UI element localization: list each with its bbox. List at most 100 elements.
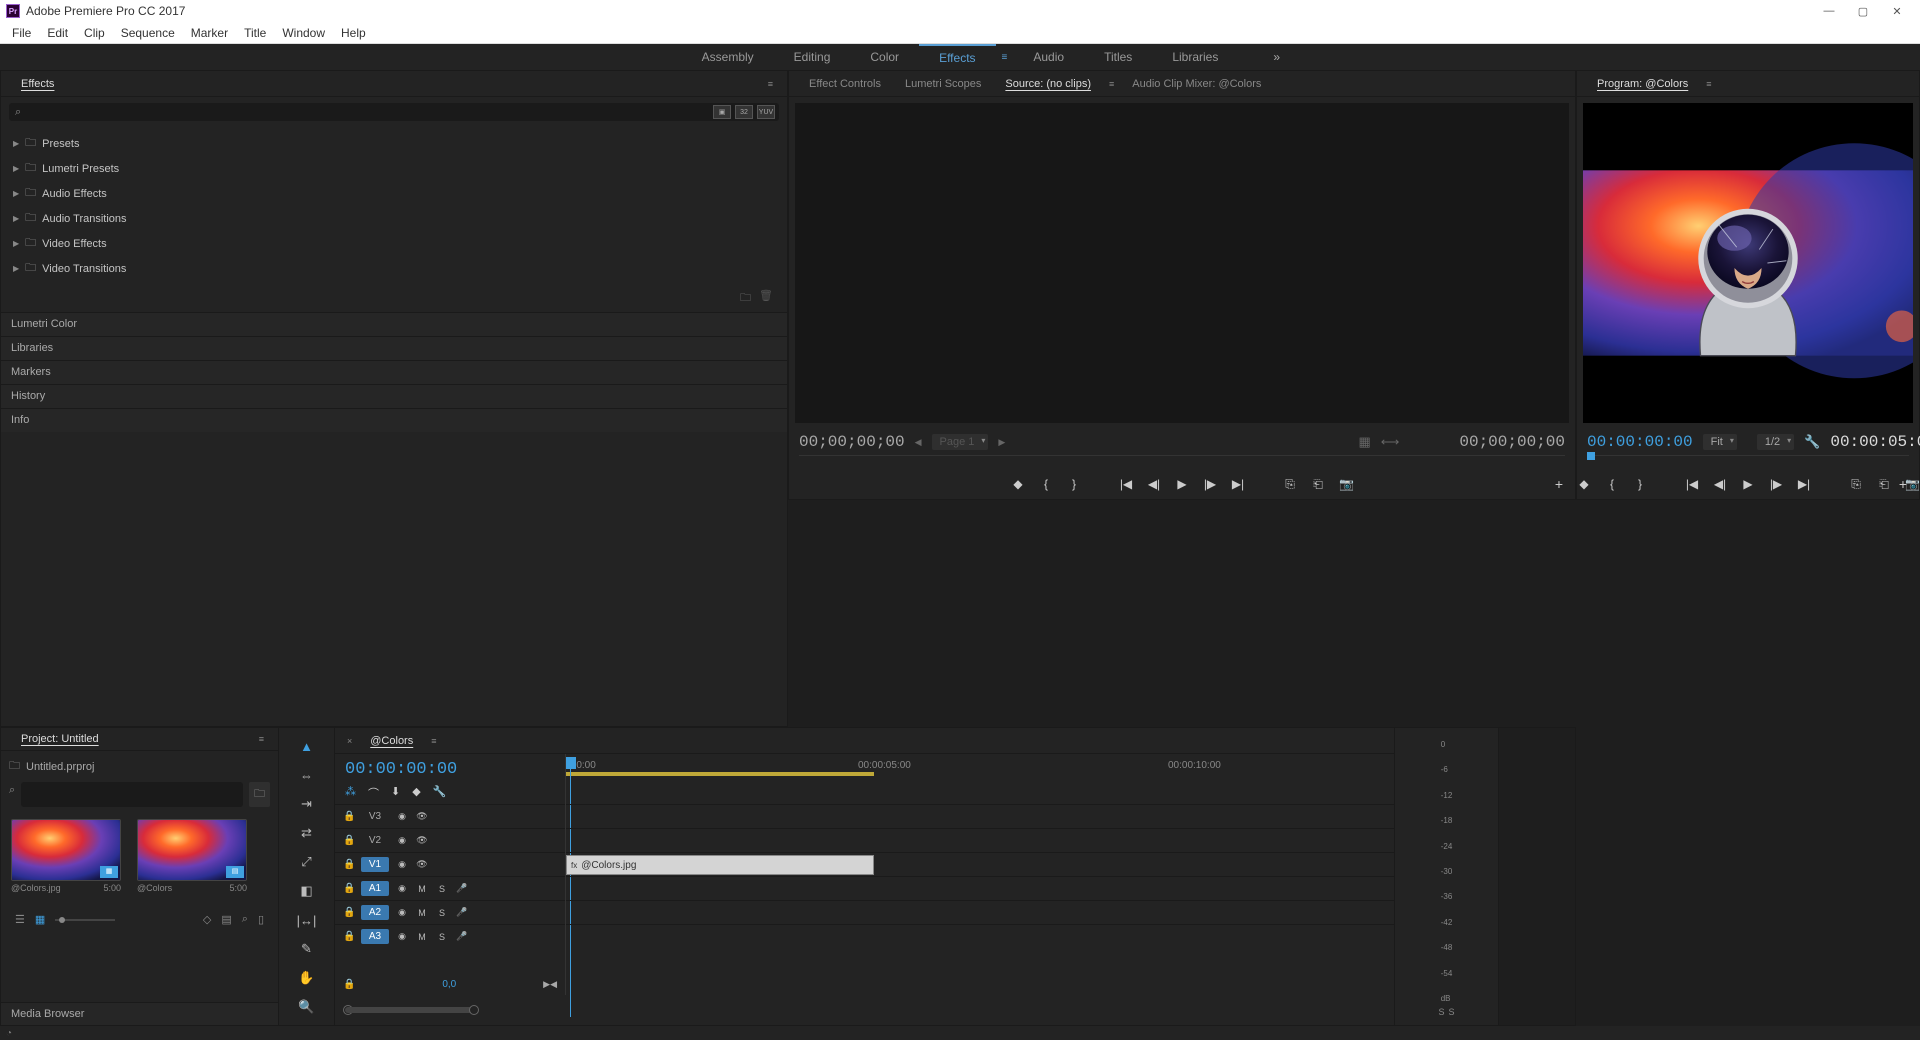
master-volume[interactable]: 0,0 (363, 979, 535, 990)
rate-stretch-tool-icon[interactable]: ⤢ (297, 852, 317, 872)
program-monitor-viewer[interactable] (1583, 103, 1913, 423)
thumb-size-slider[interactable] (55, 919, 115, 921)
project-find-button-icon[interactable]: 🗀 (249, 782, 270, 807)
lane-v2[interactable] (566, 828, 1394, 852)
program-tc-left[interactable]: 00:00:00:00 (1587, 433, 1693, 451)
razor-tool-icon[interactable]: ◧ (297, 881, 317, 901)
tab-lumetri-scopes[interactable]: Lumetri Scopes (893, 73, 993, 95)
source-monitor-viewer[interactable] (795, 103, 1569, 423)
hand-tool-icon[interactable]: ✋ (297, 968, 317, 988)
menu-help[interactable]: Help (333, 26, 374, 40)
project-item-1[interactable]: ▤ @Colors5:00 (137, 819, 247, 893)
program-zoom-dropdown[interactable]: Fit (1703, 434, 1737, 450)
voiceover-icon[interactable]: 🎤 (455, 907, 469, 918)
voiceover-icon[interactable]: 🎤 (455, 883, 469, 894)
project-file-row[interactable]: 🗀 Untitled.prproj (9, 757, 270, 776)
source-tc-left[interactable]: 00;00;00;00 (799, 433, 905, 451)
effects-node-audio-effects[interactable]: ▶🗀Audio Effects (9, 181, 779, 206)
lock-icon[interactable]: 🔒 (343, 931, 355, 942)
tab-program[interactable]: Program: @Colors (1585, 73, 1700, 95)
snap-icon[interactable]: ⁂ (345, 785, 356, 801)
tab-media-browser[interactable]: Media Browser (1, 1002, 278, 1025)
effects-node-lumetri-presets[interactable]: ▶🗀Lumetri Presets (9, 156, 779, 181)
source-goto-out-icon[interactable]: ▶| (1231, 477, 1245, 491)
eye-icon[interactable]: 👁 (415, 811, 429, 822)
mute-icon[interactable]: M (415, 884, 429, 894)
tab-project[interactable]: Project: Untitled (9, 728, 111, 750)
source-panel-menu-icon[interactable]: ≡ (1103, 79, 1120, 89)
panel-history[interactable]: History (1, 384, 787, 408)
program-wrench-icon[interactable]: 🔧 (1804, 434, 1820, 450)
panel-lumetri-color[interactable]: Lumetri Color (1, 312, 787, 336)
workspace-audio[interactable]: Audio (1013, 45, 1084, 69)
source-safe-margins-icon[interactable]: ▦ (1358, 434, 1370, 450)
source-page-dropdown[interactable]: Page 1 (932, 434, 989, 450)
program-add-button-icon[interactable]: + (1899, 476, 1907, 492)
tab-effects[interactable]: Effects (9, 73, 66, 95)
meter-solo-left[interactable]: S (1438, 1007, 1444, 1017)
lane-a3[interactable] (566, 924, 1394, 948)
tab-audio-clip-mixer[interactable]: Audio Clip Mixer: @Colors (1120, 73, 1273, 95)
mute-icon[interactable]: M (415, 908, 429, 918)
solo-icon[interactable]: S (435, 908, 449, 918)
program-panel-menu-icon[interactable]: ≡ (1700, 79, 1717, 89)
toggle-output-icon[interactable]: ◉ (395, 859, 409, 870)
lane-v1[interactable]: fx @Colors.jpg (566, 852, 1394, 876)
menu-marker[interactable]: Marker (183, 26, 236, 40)
work-area-bar[interactable] (566, 772, 874, 776)
solo-icon[interactable]: S (435, 884, 449, 894)
collapse-icon[interactable]: ▶◀ (543, 979, 557, 990)
workspace-overflow-icon[interactable]: » (1273, 50, 1280, 64)
menu-sequence[interactable]: Sequence (113, 26, 183, 40)
tab-sequence[interactable]: @Colors (358, 730, 425, 752)
program-goto-out-icon[interactable]: ▶| (1797, 477, 1811, 491)
project-item-0[interactable]: ▦ @Colors.jpg5:00 (11, 819, 121, 893)
track-a2[interactable]: 🔒A2◉MS🎤 (335, 900, 565, 924)
toggle-output-icon[interactable]: ◉ (395, 931, 409, 942)
track-lanes[interactable]: fx @Colors.jpg (565, 804, 1394, 973)
source-step-fwd-icon[interactable]: |▶ (1203, 477, 1217, 491)
new-item-icon[interactable]: ▯ (258, 913, 264, 926)
effects-node-audio-transitions[interactable]: ▶🗀Audio Transitions (9, 206, 779, 231)
source-insert-icon[interactable]: ⎘ (1283, 477, 1297, 492)
program-in-icon[interactable]: { (1605, 477, 1619, 491)
delete-icon[interactable]: 🗑 (759, 289, 773, 308)
track-v1[interactable]: 🔒V1◉👁 (335, 852, 565, 876)
menu-file[interactable]: File (4, 26, 39, 40)
lane-a1[interactable] (566, 876, 1394, 900)
workspace-libraries[interactable]: Libraries (1152, 45, 1238, 69)
program-lift-icon[interactable]: ⎘ (1849, 477, 1863, 492)
source-mini-timeline[interactable] (799, 455, 1565, 469)
program-goto-in-icon[interactable]: |◀ (1685, 477, 1699, 491)
source-settings-icon[interactable]: ⟷ (1381, 434, 1400, 450)
source-add-button-icon[interactable]: + (1555, 476, 1563, 492)
timeline-ruler[interactable]: :00:00 00:00:05:00 00:00:10:00 (565, 754, 1394, 804)
lock-icon[interactable]: 🔒 (343, 835, 355, 846)
add-marker-icon[interactable]: ⬇ (391, 785, 400, 801)
track-v3[interactable]: 🔒V3◉👁 (335, 804, 565, 828)
meter-solo-right[interactable]: S (1449, 1007, 1455, 1017)
selection-tool-icon[interactable]: ▲ (297, 736, 317, 756)
close-button[interactable]: ✕ (1880, 5, 1914, 18)
eye-icon[interactable]: 👁 (415, 835, 429, 846)
effects-panel-menu-icon[interactable]: ≡ (762, 79, 779, 89)
timeline-settings-icon[interactable]: 🔧 (433, 785, 447, 801)
rolling-edit-tool-icon[interactable]: ⇄ (297, 823, 317, 843)
panel-libraries[interactable]: Libraries (1, 336, 787, 360)
panel-info[interactable]: Info (1, 408, 787, 432)
timeline-marker-icon[interactable]: ◆ (412, 785, 420, 801)
menu-window[interactable]: Window (274, 26, 333, 40)
toggle-output-icon[interactable]: ◉ (395, 811, 409, 822)
linked-selection-icon[interactable]: ⌒ (368, 785, 379, 801)
toggle-output-icon[interactable]: ◉ (395, 883, 409, 894)
program-out-icon[interactable]: } (1633, 477, 1647, 491)
find-icon[interactable]: ⌕ (242, 913, 248, 926)
lane-a2[interactable] (566, 900, 1394, 924)
project-search-input[interactable] (21, 782, 243, 807)
pen-tool-icon[interactable]: ✎ (297, 939, 317, 959)
workspace-color[interactable]: Color (850, 45, 919, 69)
mute-icon[interactable]: M (415, 932, 429, 942)
menu-clip[interactable]: Clip (76, 26, 113, 40)
timeline-zoom-scrollbar[interactable] (345, 1001, 1384, 1021)
program-extract-icon[interactable]: ⎗ (1877, 477, 1891, 492)
